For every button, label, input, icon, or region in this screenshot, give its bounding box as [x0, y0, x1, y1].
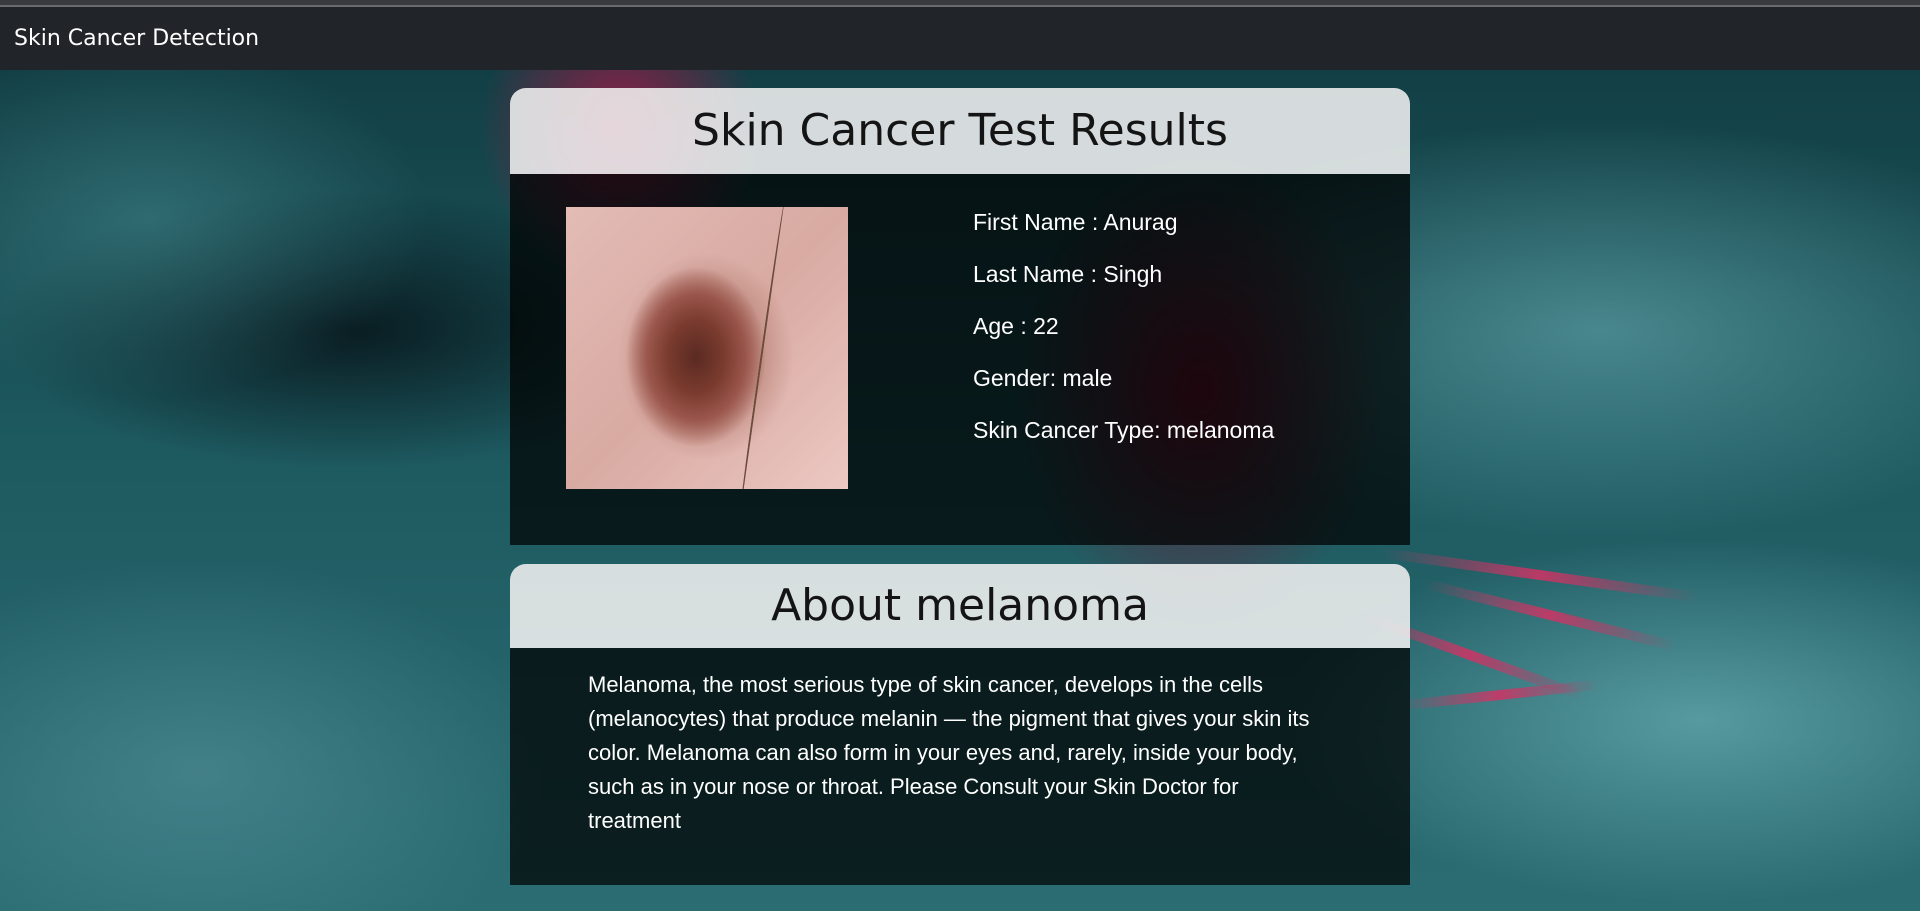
window-top-border	[0, 0, 1920, 7]
cancer-type-text: Skin Cancer Type: melanoma	[973, 417, 1275, 443]
about-title: About melanoma	[510, 564, 1410, 648]
gender-text: Gender: male	[973, 365, 1113, 391]
patient-info: First Name : Anurag Last Name : Singh Ag…	[973, 209, 1274, 469]
results-title: Skin Cancer Test Results	[510, 88, 1410, 174]
about-text: Melanoma, the most serious type of skin …	[588, 672, 1310, 833]
about-body: Melanoma, the most serious type of skin …	[510, 648, 1410, 885]
results-body: First Name : Anurag Last Name : Singh Ag…	[510, 174, 1410, 545]
last-name-text: Last Name : Singh	[973, 261, 1163, 287]
age-text: Age : 22	[973, 313, 1059, 339]
navbar: Skin Cancer Detection	[0, 7, 1920, 70]
about-panel: About melanoma Melanoma, the most seriou…	[510, 564, 1410, 885]
navbar-brand[interactable]: Skin Cancer Detection	[14, 26, 259, 51]
first-name-text: First Name : Anurag	[973, 209, 1178, 235]
test-results-panel: Skin Cancer Test Results First Name : An…	[510, 88, 1410, 545]
lesion-image	[566, 207, 848, 489]
